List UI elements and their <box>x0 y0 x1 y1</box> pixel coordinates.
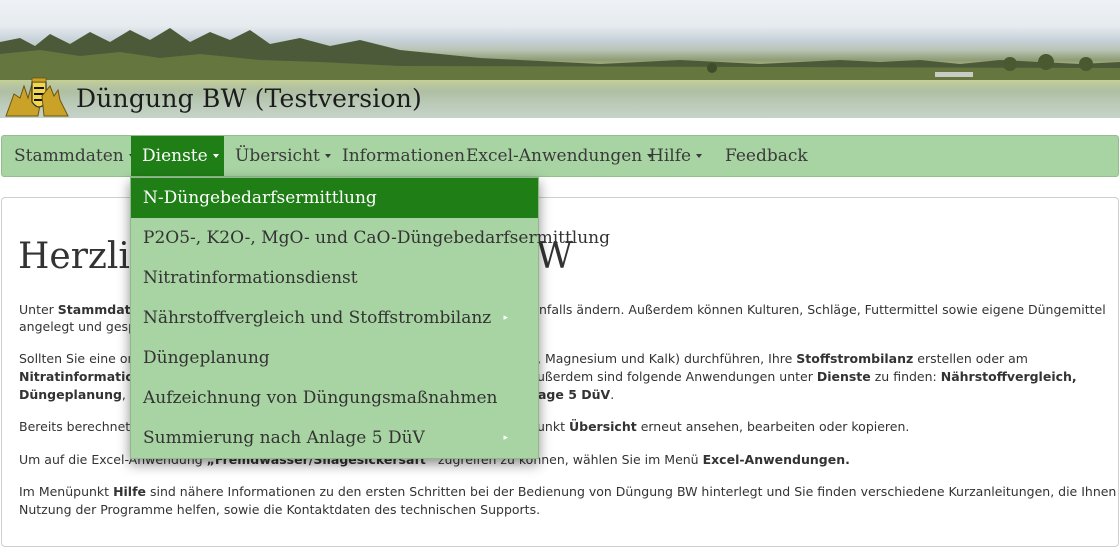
menu-item-naehrstoffvergleich[interactable]: Nährstoffvergleich und Stoffstrombilanz … <box>131 298 538 338</box>
paragraph-online-right: , Magnesium und Kalk) durchführen, Ihre … <box>537 351 1028 366</box>
paragraph-hilfe: Im Menüpunkt Hilfe sind nähere Informati… <box>19 484 1120 499</box>
paragraph-online-line3: Düngeplanung, Au <box>19 387 146 402</box>
paragraph-online: Sollten Sie eine on <box>19 351 136 366</box>
menu-item-nitratinformationsdienst[interactable]: Nitratinformationsdienst <box>131 258 538 298</box>
dienste-dropdown-menu: N-Düngebedarfsermittlung P2O5-, K2O-, Mg… <box>130 177 610 459</box>
paragraph-stammdaten-right: nfalls ändern. Außerdem können Kulturen,… <box>539 302 1106 317</box>
coat-of-arms-icon <box>5 77 69 117</box>
menu-item-duengeplanung[interactable]: Düngeplanung <box>131 338 538 378</box>
caret-down-icon <box>212 153 219 158</box>
paragraph-stammdaten-line2: angelegt und gesp <box>19 319 137 334</box>
landscape-image <box>0 28 1120 80</box>
menu-item-aufzeichnung[interactable]: Aufzeichnung von Düngungsmaßnahmen <box>131 378 538 418</box>
header-banner: Düngung BW (Testversion) <box>0 0 1120 118</box>
nav-item-uebersicht[interactable]: Übersicht <box>235 136 331 176</box>
nav-item-stammdaten[interactable]: Stammdaten <box>14 136 135 176</box>
nav-item-informationen[interactable]: Informationen <box>342 136 465 176</box>
caret-down-icon <box>324 153 331 158</box>
caret-down-icon <box>696 153 703 158</box>
main-navbar: Stammdaten Dienste Übersicht Information… <box>1 135 1119 177</box>
nav-item-hilfe[interactable]: Hilfe <box>649 136 703 176</box>
paragraph-stammdaten: Unter Stammdaten <box>19 302 148 317</box>
paragraph-online-line2-right: ußerdem sind folgende Anwendungen unter … <box>537 369 1077 384</box>
nav-item-excel-anwendungen[interactable]: Excel-Anwendungen <box>466 136 654 176</box>
paragraph-hilfe-line2: Nutzung der Programme helfen, sowie die … <box>19 502 541 517</box>
menu-item-p2o5-duengebedarfsermittlung[interactable]: P2O5-, K2O-, MgO- und CaO-Düngebedarfser… <box>131 218 610 258</box>
paragraph-bereits-right: unkt Übersicht erneut ansehen, bearbeite… <box>537 419 910 434</box>
menu-item-n-duengebedarfsermittlung[interactable]: N-Düngebedarfsermittlung <box>131 178 538 218</box>
submenu-arrow-icon: ▸ <box>503 313 508 323</box>
site-title: Düngung BW (Testversion) <box>76 84 422 113</box>
menu-item-summierung-anlage-5[interactable]: Summierung nach Anlage 5 DüV ▸ <box>131 418 538 458</box>
nav-item-feedback[interactable]: Feedback <box>725 136 808 176</box>
nav-item-dienste[interactable]: Dienste <box>131 136 224 176</box>
submenu-arrow-icon: ▸ <box>503 433 508 443</box>
paragraph-bereits: Bereits berechnete <box>19 419 138 434</box>
paragraph-online-line3-right: age 5 DüV. <box>538 387 615 402</box>
